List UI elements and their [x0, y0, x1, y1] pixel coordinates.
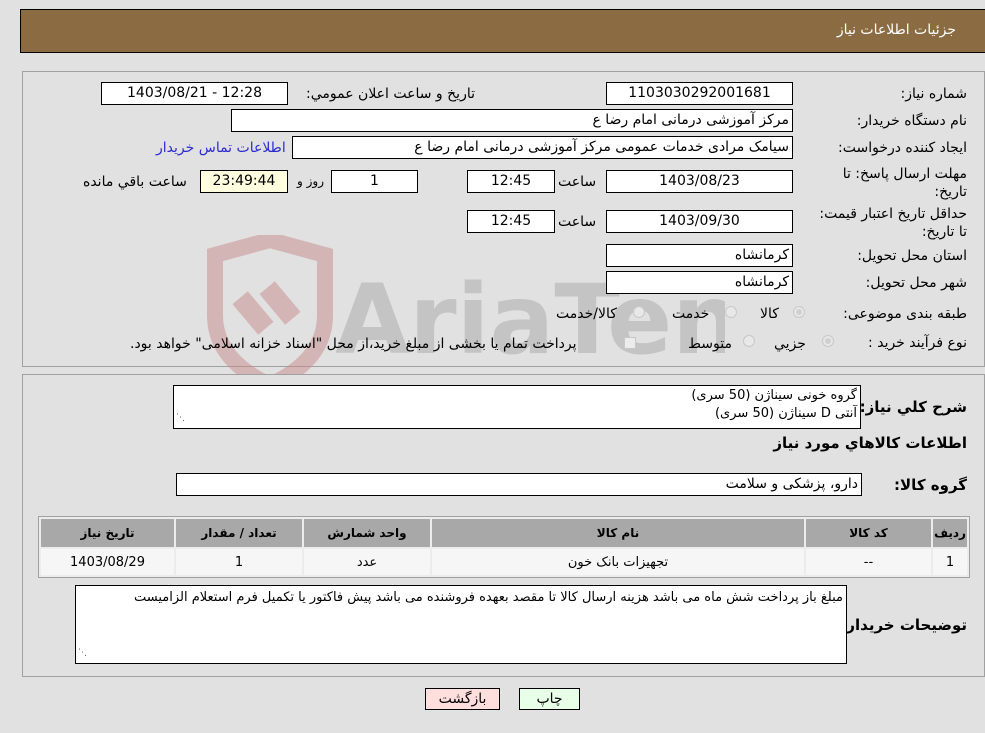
- col-qty: تعداد / مقدار: [176, 519, 302, 547]
- buyer-contact-link[interactable]: اطلاعات تماس خریدار: [156, 140, 286, 156]
- requester-label: ایجاد کننده درخواست:: [838, 140, 967, 156]
- buyer-notes-text: مبلغ باز پرداخت شش ماه می باشد هزینه ارس…: [133, 590, 843, 605]
- purchase-radio-minor[interactable]: [822, 335, 834, 347]
- requester-field: سیامک مرادی خدمات عمومی مرکز آموزشی درما…: [292, 136, 793, 159]
- resize-handle-icon[interactable]: ⋰: [176, 409, 185, 427]
- category-radio-service[interactable]: [725, 306, 737, 318]
- table-row: 1 -- تجهیزات بانک خون عدد 1 1403/08/29: [41, 549, 967, 575]
- cell-qty: 1: [176, 549, 302, 575]
- items-table: ردیف کد کالا نام کالا واحد شمارش تعداد /…: [39, 517, 969, 577]
- purchase-option-medium: متوسط: [688, 336, 732, 352]
- items-table-wrapper: ردیف کد کالا نام کالا واحد شمارش تعداد /…: [38, 516, 970, 578]
- buyer-org-label: نام دستگاه خریدار:: [856, 113, 967, 129]
- treasury-checkbox[interactable]: [624, 337, 636, 349]
- category-option-service: خدمت: [672, 306, 710, 322]
- col-row: ردیف: [933, 519, 967, 547]
- description-label: شرح كلي نياز:: [859, 398, 967, 416]
- need-number-field: 1103030292001681: [606, 82, 793, 105]
- treasury-note: پرداخت تمام یا بخشی از مبلغ خرید،از محل …: [130, 336, 577, 352]
- delivery-province-label: استان محل تحویل:: [857, 248, 967, 264]
- cell-code: --: [806, 549, 931, 575]
- announce-datetime-field: 1403/08/21 - 12:28: [101, 82, 288, 105]
- goods-info-title: اطلاعات كالاهاي مورد نياز: [773, 434, 967, 452]
- col-name: نام کالا: [432, 519, 804, 547]
- price-validity-label: حداقل تاریخ اعتبار قیمت: تا تاریخ:: [819, 206, 967, 240]
- category-label: طبقه بندی موضوعی:: [843, 306, 967, 322]
- cell-date: 1403/08/29: [41, 549, 174, 575]
- announce-datetime-label: تاریخ و ساعت اعلان عمومي:: [306, 86, 475, 102]
- purchase-type-label: نوع فرآیند خرید :: [868, 335, 967, 351]
- reply-deadline-time: 12:45: [467, 170, 555, 193]
- page-title: جزئیات اطلاعات نیاز: [836, 22, 956, 38]
- col-date: تاریخ نیاز: [41, 519, 174, 547]
- cell-row: 1: [933, 549, 967, 575]
- buyer-notes-textarea[interactable]: مبلغ باز پرداخت شش ماه می باشد هزینه ارس…: [75, 585, 847, 664]
- purchase-option-minor: جزيي: [774, 336, 806, 352]
- reply-deadline-date: 1403/08/23: [606, 170, 793, 193]
- category-option-goods-service: کالا/خدمت: [556, 306, 617, 322]
- price-validity-date: 1403/09/30: [606, 210, 793, 233]
- buyer-org-field: مرکز آموزشی درمانی امام رضا ع: [231, 109, 793, 132]
- resize-handle-icon[interactable]: ⋰: [78, 644, 87, 662]
- goods-group-field: دارو، پزشکی و سلامت: [176, 473, 862, 496]
- page-header: جزئیات اطلاعات نیاز: [20, 9, 985, 53]
- category-radio-goods-service[interactable]: [633, 306, 645, 318]
- days-label: روز و: [297, 174, 324, 188]
- col-unit: واحد شمارش: [304, 519, 430, 547]
- reply-time-label: ساعت: [558, 174, 597, 190]
- description-line: آنتی D سیناژن (50 سری): [714, 406, 857, 421]
- cell-unit: عدد: [304, 549, 430, 575]
- need-number-label: شماره نیاز:: [900, 86, 968, 102]
- price-time-label: ساعت: [558, 214, 597, 230]
- purchase-radio-medium[interactable]: [743, 335, 755, 347]
- back-button[interactable]: بازگشت: [425, 688, 500, 710]
- delivery-city-label: شهر محل تحویل:: [865, 275, 967, 291]
- delivery-province-field: کرمانشاه: [606, 244, 793, 267]
- cell-name: تجهیزات بانک خون: [432, 549, 804, 575]
- goods-group-label: گروه كالا:: [894, 476, 967, 494]
- reply-deadline-label: مهلت ارسال پاسخ: تا تاریخ:: [842, 166, 967, 200]
- remaining-days: 1: [331, 170, 418, 193]
- remaining-time: 23:49:44: [200, 170, 288, 193]
- description-line: گروه خونی سیناژن (50 سری): [691, 388, 857, 403]
- category-option-goods: کالا: [760, 306, 779, 322]
- category-radio-goods[interactable]: [793, 306, 805, 318]
- items-table-header: ردیف کد کالا نام کالا واحد شمارش تعداد /…: [41, 519, 967, 547]
- delivery-city-field: کرمانشاه: [606, 271, 793, 294]
- remaining-time-label: ساعت باقي مانده: [83, 174, 187, 190]
- description-textarea[interactable]: گروه خونی سیناژن (50 سری) آنتی D سیناژن …: [173, 385, 861, 429]
- price-validity-time: 12:45: [467, 210, 555, 233]
- buyer-notes-label: توضیحات خریدار:: [840, 616, 967, 634]
- col-code: کد کالا: [806, 519, 931, 547]
- print-button[interactable]: چاپ: [519, 688, 580, 710]
